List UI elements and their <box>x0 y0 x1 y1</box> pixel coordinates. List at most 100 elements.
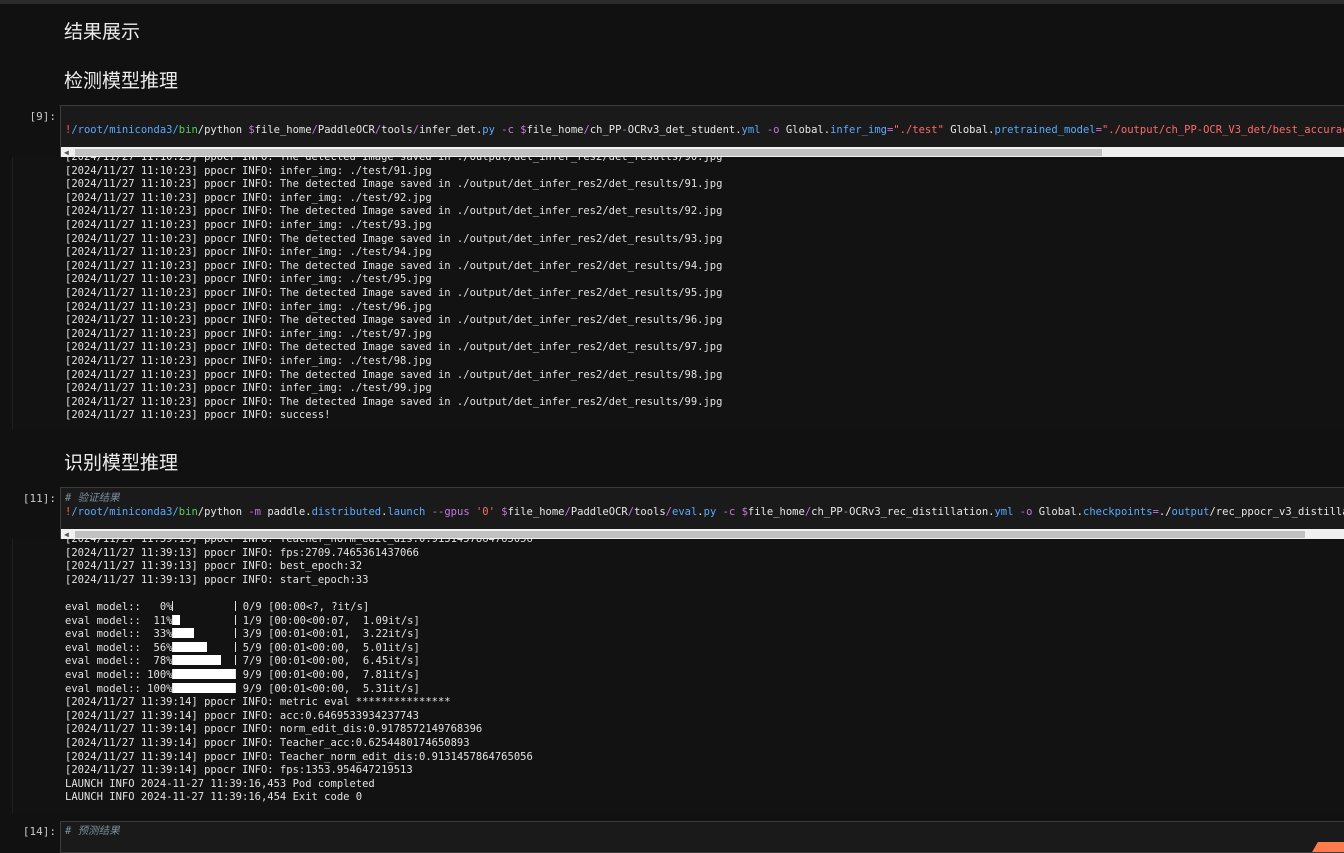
code-token: yml <box>994 506 1014 518</box>
output-line: [2024/11/27 11:10:23] ppocr INFO: The de… <box>65 232 723 245</box>
code-cell-9[interactable]: !/root/miniconda3/bin/python $file_home/… <box>60 105 1344 159</box>
code-line[interactable]: !/root/miniconda3/bin/python -m paddle.d… <box>65 506 1344 519</box>
code-token: py <box>482 124 495 136</box>
code-cell-14[interactable]: # 预测结果 <box>60 821 1344 853</box>
code-token: ./ <box>1158 506 1172 518</box>
code-token: -c <box>494 124 521 136</box>
progress-suffix: 1/9 [00:00<00:07, 1.09it/s] <box>236 614 420 627</box>
code-token: /root/miniconda3/ <box>71 124 179 136</box>
code-token: --gpus <box>425 506 476 518</box>
progress-suffix: 9/9 [00:01<00:00, 5.31it/s] <box>236 682 420 695</box>
progress-line: eval model:: 33% 3/9 [00:01<00:01, 3.22i… <box>13 628 1344 642</box>
code-token: Global. <box>785 124 831 136</box>
progress-prefix: eval model:: 33% <box>65 628 173 641</box>
scrollbar-thumb[interactable] <box>75 149 1102 156</box>
progress-prefix: eval model:: 100% <box>65 682 173 695</box>
output-line: [2024/11/27 11:39:13] ppocr INFO: fps:27… <box>65 546 420 559</box>
progress-bar <box>172 600 237 611</box>
code-token: -o <box>1013 506 1039 518</box>
code-token: -c <box>716 506 742 518</box>
progress-line: eval model:: 56% 5/9 [00:01<00:00, 5.01i… <box>13 641 1344 656</box>
output-line: [2024/11/27 11:10:23] ppocr INFO: infer_… <box>65 382 432 395</box>
code-token: Global. <box>1038 506 1084 518</box>
progress-suffix: 5/9 [00:01<00:00, 5.01it/s] <box>236 641 420 654</box>
code-cell-11[interactable]: # 验证结果 !/root/miniconda3/bin/python -m p… <box>60 487 1344 541</box>
code-token: output <box>1171 506 1210 518</box>
output-line: LAUNCH INFO 2024-11-27 11:39:16,453 Pod … <box>65 777 375 790</box>
progress-bar <box>172 614 237 625</box>
code-token: paddle. <box>261 506 312 518</box>
progress-fill <box>173 682 236 693</box>
output-line: [2024/11/27 11:10:23] ppocr INFO: succes… <box>65 409 331 422</box>
cell-prompt-9: [9]: <box>29 110 57 123</box>
heading-rec-infer: 识别模型推理 <box>64 452 179 474</box>
output-line: [2024/11/27 11:10:23] ppocr INFO: The de… <box>65 314 723 327</box>
progress-fill <box>173 641 208 652</box>
code-token: /python <box>197 506 249 518</box>
code-comment[interactable]: # 验证结果 <box>65 492 120 505</box>
progress-suffix: 7/9 [00:01<00:00, 6.45it/s] <box>236 655 420 668</box>
output-line: [2024/11/27 11:39:14] ppocr INFO: Teache… <box>65 750 533 763</box>
progress-bar <box>172 655 237 666</box>
code-token: tools <box>634 506 666 518</box>
code-token: infer_det. <box>419 124 483 136</box>
code-token: pretrained_model <box>994 124 1096 136</box>
progress-fill <box>173 655 222 666</box>
progress-suffix: 3/9 [00:01<00:01, 3.22it/s] <box>236 628 420 641</box>
code-token: bin <box>178 124 198 136</box>
output-line: [2024/11/27 11:39:14] ppocr INFO: Teache… <box>65 736 470 749</box>
code-token: PaddleOCR <box>317 124 375 136</box>
output-line: [2024/11/27 11:10:23] ppocr INFO: The de… <box>65 341 723 354</box>
output-line: [2024/11/27 11:10:23] ppocr INFO: infer_… <box>65 246 432 259</box>
code-token: Global. <box>943 124 995 136</box>
code-token: -o <box>760 124 786 136</box>
code-token: file_home <box>507 506 565 518</box>
progress-bar <box>172 668 237 679</box>
progress-fill <box>173 668 236 679</box>
progress-line: eval model:: 78% 7/9 [00:01<00:00, 6.45i… <box>13 655 1344 669</box>
scrollbar-thumb[interactable] <box>75 531 1305 538</box>
code-comment[interactable]: # 预测结果 <box>65 825 120 838</box>
progress-line: eval model:: 0% 0/9 [00:00<?, ?it/s] <box>13 600 1344 615</box>
code-token: ch_PP <box>811 506 843 518</box>
code-token: launch <box>387 506 426 518</box>
progress-suffix: 0/9 [00:00<?, ?it/s] <box>236 600 370 613</box>
code-token: -m <box>248 506 261 518</box>
progress-bar <box>172 641 237 652</box>
output-line: [2024/11/27 11:10:23] ppocr INFO: infer_… <box>65 218 432 231</box>
code-token: tools <box>381 124 413 136</box>
code-token: "./output/ch_PP-OCR_V3_det/best_accuracy… <box>1101 124 1344 136</box>
output-line: [2024/11/27 11:10:23] ppocr INFO: infer_… <box>65 300 432 313</box>
output-line: [2024/11/27 11:10:23] ppocr INFO: infer_… <box>65 191 432 204</box>
output-line: [2024/11/27 11:39:14] ppocr INFO: norm_e… <box>65 723 483 736</box>
progress-line: eval model:: 100% 9/9 [00:01<00:00, 7.81… <box>13 668 1344 683</box>
heading-det-infer: 检测模型推理 <box>64 70 179 92</box>
output-line: [2024/11/27 11:39:13] ppocr INFO: Teache… <box>65 539 533 545</box>
progress-prefix: eval model:: 0% <box>65 600 173 613</box>
code-token: file_home <box>254 124 312 136</box>
code-token: ch_PP <box>589 124 622 136</box>
output-line: [2024/11/27 11:39:14] ppocr INFO: fps:13… <box>65 764 413 777</box>
progress-bar <box>172 682 237 693</box>
progress-prefix: eval model:: 56% <box>65 641 173 654</box>
code-token: yml <box>741 124 761 136</box>
output-line: [2024/11/27 11:10:23] ppocr INFO: The de… <box>65 157 723 163</box>
output-area-9: [2024/11/27 11:10:23] ppocr INFO: The de… <box>12 157 1344 430</box>
top-border <box>0 0 1344 4</box>
code-token: file_home <box>526 124 584 136</box>
output-line: [2024/11/27 11:39:14] ppocr INFO: metric… <box>65 696 451 709</box>
output-line: [2024/11/27 11:10:23] ppocr INFO: The de… <box>65 259 723 272</box>
progress-line: eval model:: 100% 9/9 [00:01<00:00, 5.31… <box>13 682 1344 697</box>
cell-prompt-14: [14]: <box>22 825 56 838</box>
output-line: [2024/11/27 11:39:13] ppocr INFO: best_e… <box>65 560 363 573</box>
progress-prefix: eval model:: 11% <box>65 614 173 627</box>
code-line[interactable]: !/root/miniconda3/bin/python $file_home/… <box>65 124 1344 137</box>
progress-line: eval model:: 11% 1/9 [00:00<00:07, 1.09i… <box>13 614 1344 629</box>
output-line: [2024/11/27 11:10:23] ppocr INFO: infer_… <box>65 164 432 177</box>
heading-results: 结果展示 <box>64 21 141 43</box>
code-token: distributed <box>311 506 382 518</box>
progress-suffix: 9/9 [00:01<00:00, 7.81it/s] <box>236 668 420 681</box>
code-token: eval <box>672 506 698 518</box>
progress-fill <box>173 628 195 639</box>
code-token: py <box>703 506 717 518</box>
